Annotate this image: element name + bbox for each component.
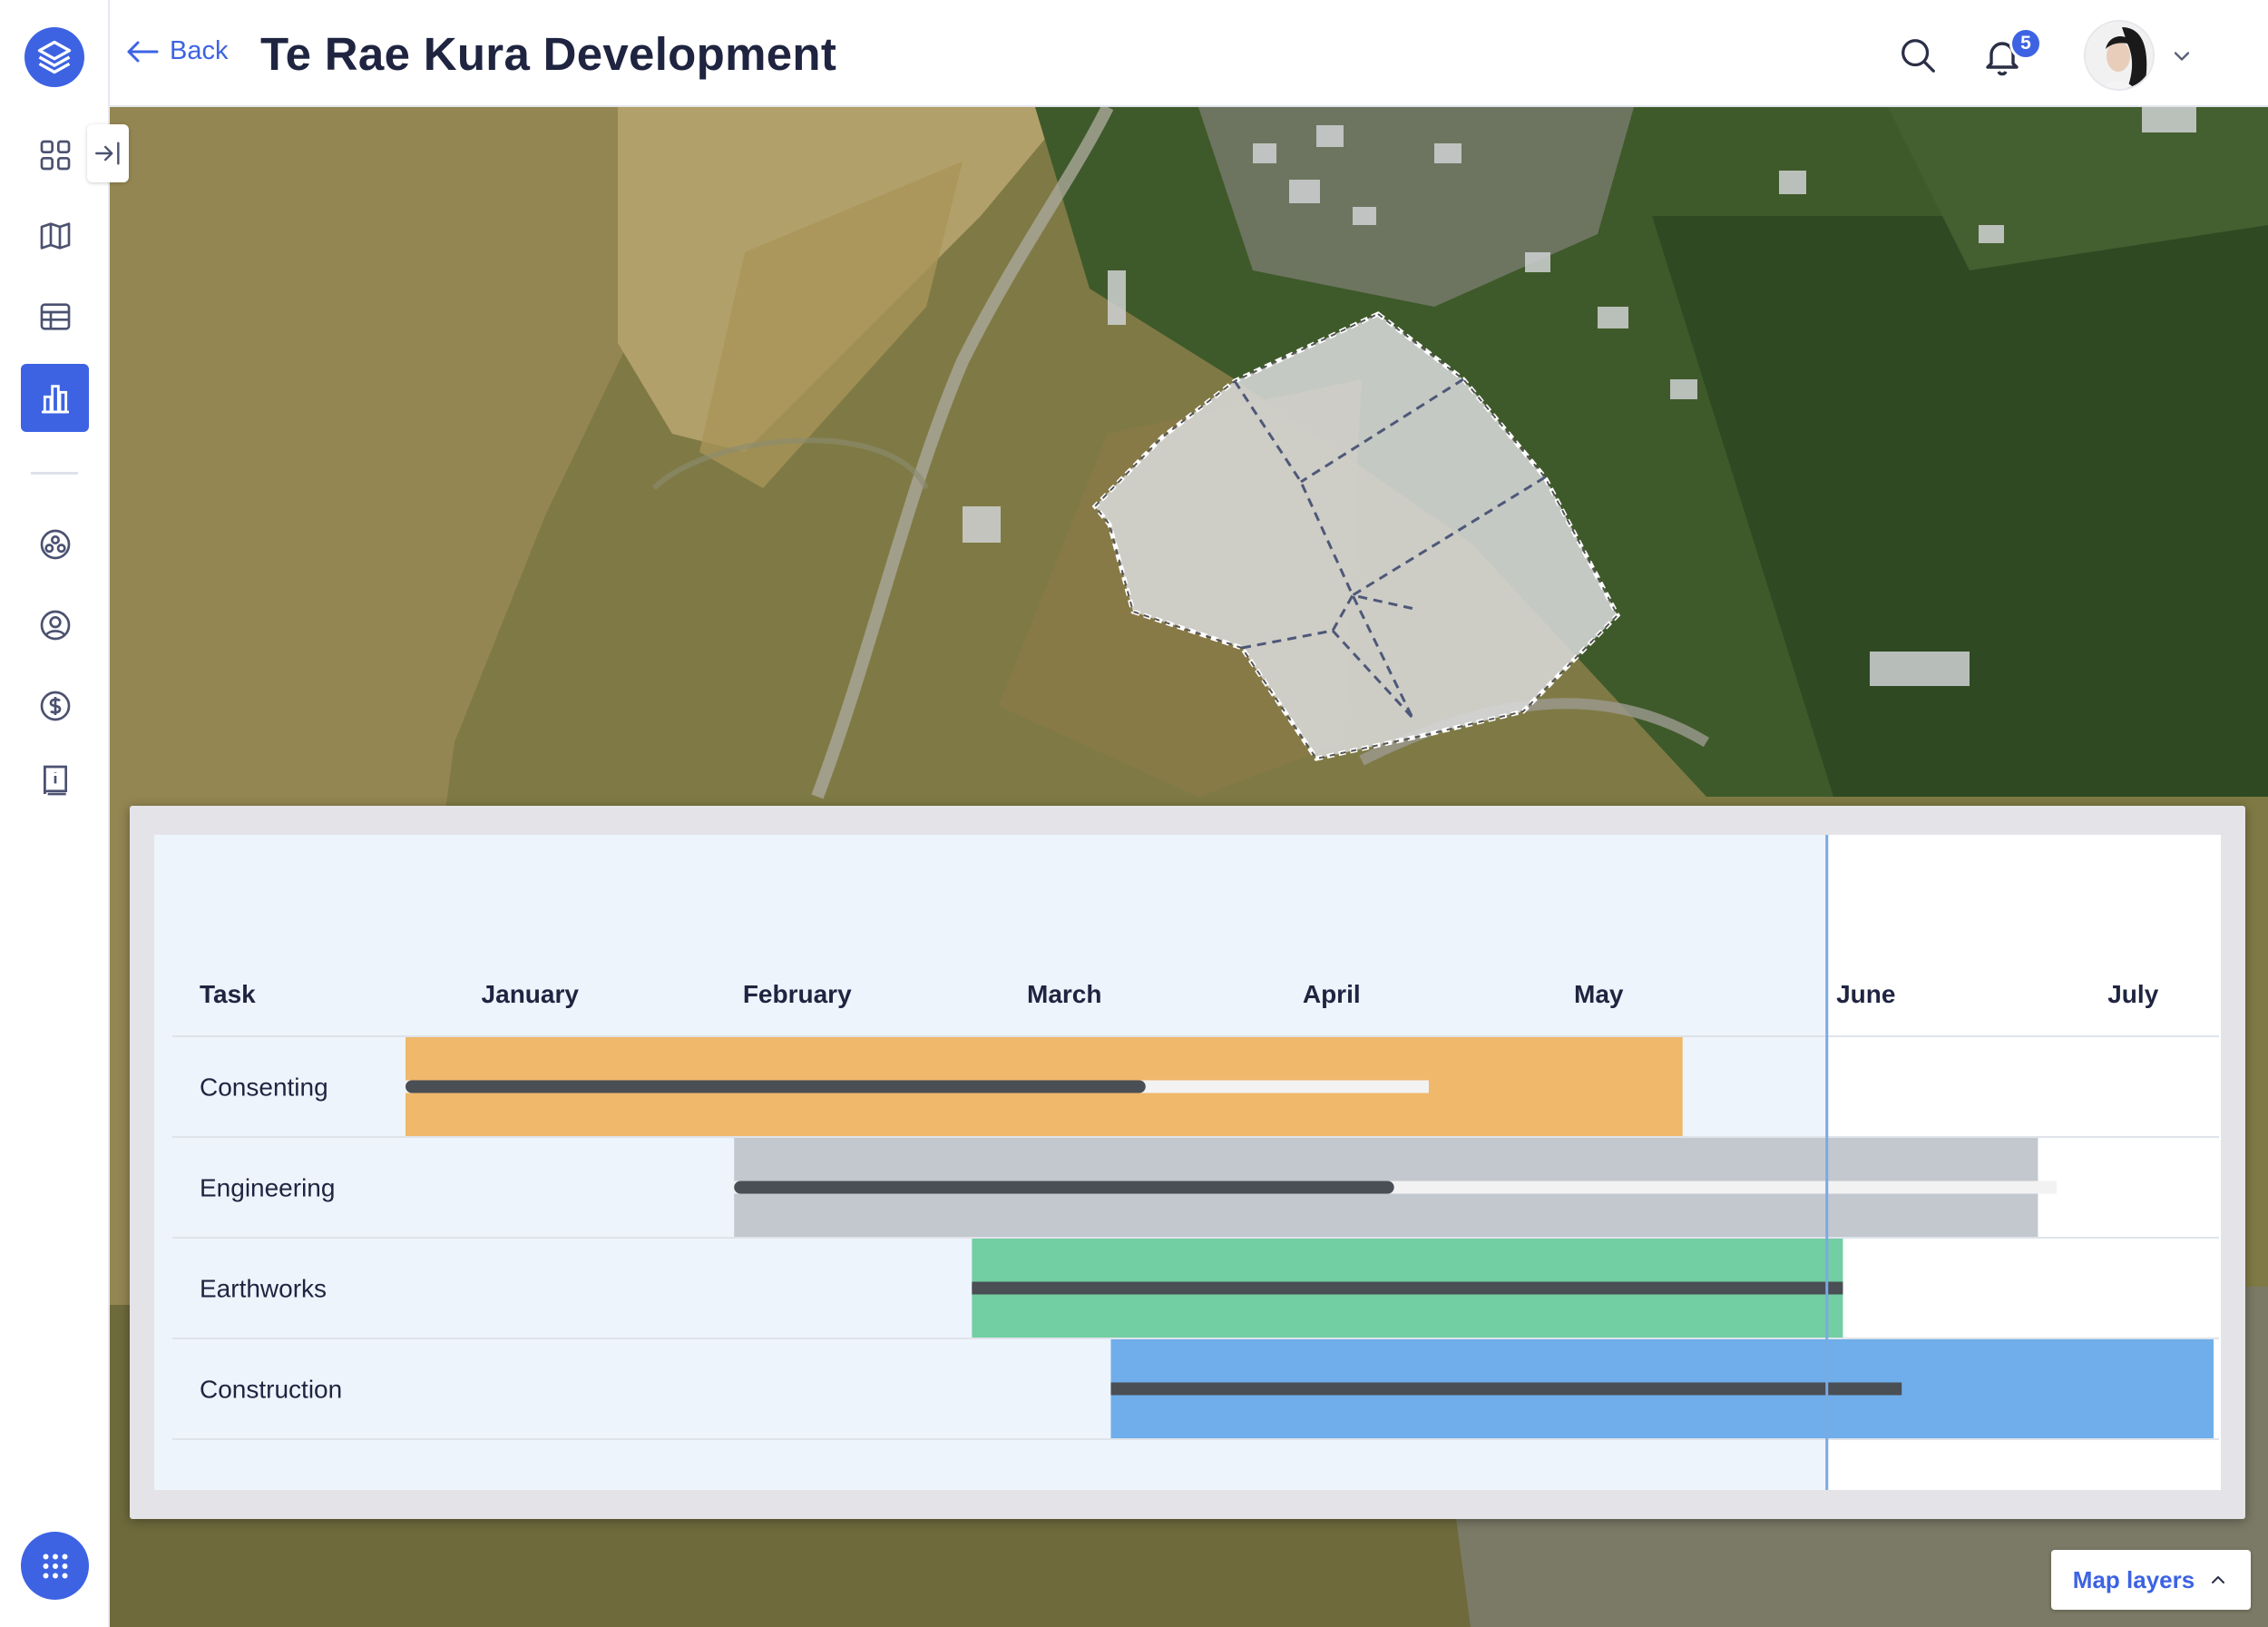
collapse-sidebar-button[interactable] [87, 124, 129, 182]
gantt-month-label: March [1027, 980, 1101, 1008]
page-title: Te Rae Kura Development [260, 28, 837, 80]
map-layers-label: Map layers [2072, 1565, 2195, 1593]
gantt-month-label: January [482, 980, 580, 1008]
search-icon[interactable] [1897, 34, 1939, 76]
app-logo[interactable] [24, 27, 84, 87]
gantt-month-label: May [1574, 980, 1624, 1008]
gantt-progress-fill [734, 1181, 1394, 1194]
gantt-svg: Task January February March April May June July… [154, 835, 2221, 1490]
dashboard-grid-icon [40, 140, 70, 170]
gantt-month-label: April [1303, 980, 1361, 1008]
chevron-down-icon[interactable] [2169, 44, 2195, 69]
dollar-icon [40, 691, 70, 720]
user-profile-icon [40, 610, 70, 640]
sidebar-item-charts[interactable] [21, 364, 89, 432]
sidebar-divider [31, 472, 78, 475]
team-icon [40, 529, 70, 559]
sidebar-item-team[interactable] [21, 510, 89, 578]
sidebar-item-profile[interactable] [21, 591, 89, 659]
gantt-progress-fill [1110, 1382, 1902, 1396]
table-icon [40, 302, 70, 330]
gantt-progress-fill [406, 1080, 1146, 1093]
gantt-task-label: Engineering [200, 1174, 335, 1202]
gantt-task-label: Consenting [200, 1073, 328, 1102]
sidebar-item-info[interactable] [21, 746, 89, 814]
sidebar-item-finance[interactable] [21, 671, 89, 740]
avatar[interactable] [2084, 20, 2155, 91]
collapse-arrow-icon [95, 142, 120, 165]
chevron-up-icon [2212, 1576, 2225, 1583]
gantt-month-label: February [743, 980, 852, 1008]
layers-logo-icon [37, 40, 72, 74]
gantt-chart-card: Task January February March April May June July… [130, 806, 2245, 1519]
info-book-icon [43, 765, 67, 795]
notification-badge: 5 [2009, 27, 2042, 60]
back-link[interactable]: Back [124, 36, 228, 66]
sidebar-item-map[interactable] [21, 201, 89, 270]
back-label: Back [170, 36, 229, 65]
gantt-month-label: June [1836, 980, 1895, 1008]
arrow-left-icon [127, 41, 159, 62]
apps-grid-icon [43, 1553, 67, 1578]
gantt-task-label: Construction [200, 1376, 342, 1404]
sidebar-item-dashboard[interactable] [21, 121, 89, 189]
gantt-chart: Task January February March April May June July… [154, 835, 2221, 1490]
apps-menu-button[interactable] [21, 1532, 89, 1600]
gantt-task-label: Earthworks [200, 1275, 327, 1303]
map-layers-button[interactable]: Map layers [2051, 1550, 2251, 1610]
bar-chart-icon [41, 384, 69, 413]
map-icon [40, 221, 70, 250]
sidebar [0, 0, 110, 1627]
gantt-month-label: July [2107, 980, 2158, 1008]
gantt-progress-fill [972, 1281, 1843, 1295]
top-header: Back Te Rae Kura Development 5 [110, 0, 2268, 107]
sidebar-item-table[interactable] [21, 282, 89, 350]
gantt-task-header: Task [200, 980, 256, 1008]
